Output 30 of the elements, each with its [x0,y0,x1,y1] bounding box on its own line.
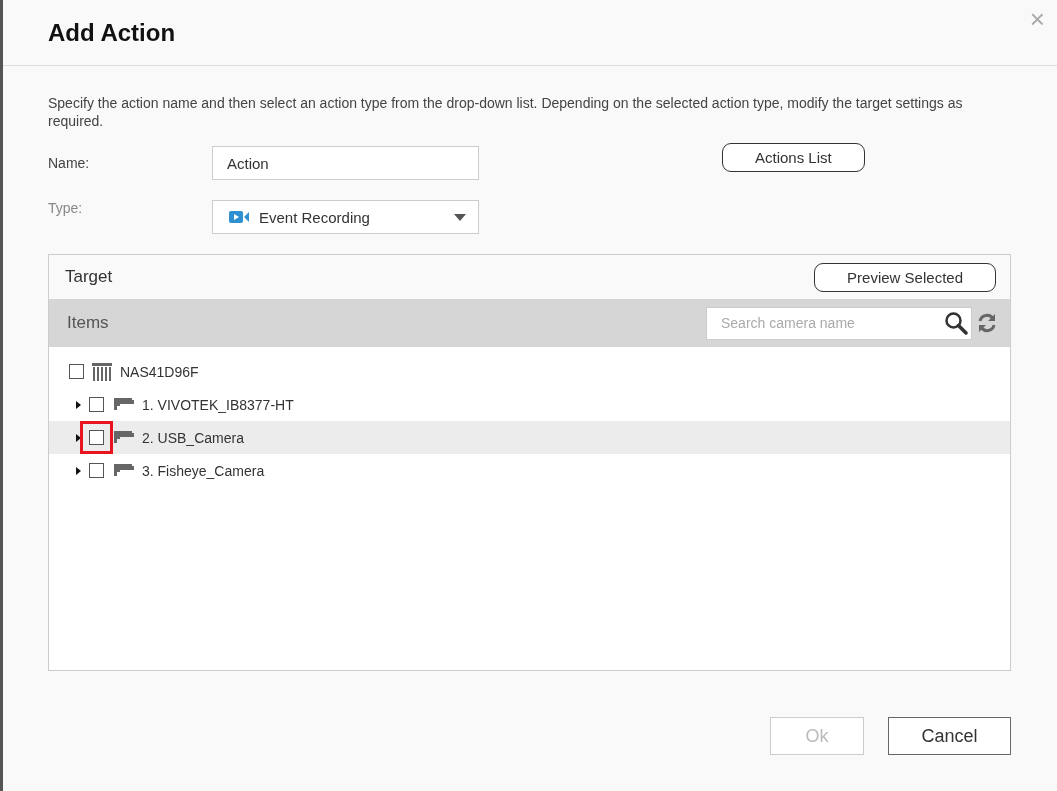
actions-list-button[interactable]: Actions List [722,142,865,172]
search-field[interactable]: Search camera name [706,306,972,340]
items-label: Items [67,313,110,333]
camera-icon [112,429,134,446]
refresh-icon[interactable] [976,312,998,334]
caret-icon [454,213,466,221]
search-icon[interactable] [944,310,968,335]
expand-icon[interactable] [75,433,81,442]
camera-icon [112,462,134,479]
video-camera-icon [229,210,249,224]
description-text: Specify the action name and then select an action type from the drop-down list. Depending on the selected action type, modify the target settings as required. [48,94,964,130]
dialog-title: Add Action [48,18,176,47]
tree-label[interactable]: NAS41D96F [120,363,199,380]
target-title: Target [65,267,113,287]
checkbox[interactable] [89,463,104,478]
checkbox[interactable] [69,364,84,379]
camera-icon [112,396,134,413]
checkbox[interactable] [89,397,104,412]
expand-icon[interactable] [75,466,81,475]
checkbox[interactable] [89,430,104,445]
expand-icon[interactable] [75,400,81,409]
tree-label[interactable]: 3. Fisheye_Camera [142,462,265,479]
tree-label[interactable]: 1. VIVOTEK_IB8377-HT [142,396,294,413]
preview-selected-button[interactable]: Preview Selected [814,262,996,292]
tree-label[interactable]: 2. USB_Camera [142,429,244,446]
type-label: Type: [48,200,84,216]
server-icon [92,362,112,381]
name-field[interactable]: Action [212,146,479,180]
name-label: Name: [48,155,91,171]
dialog-button[interactable]: Cancel [888,717,1011,755]
